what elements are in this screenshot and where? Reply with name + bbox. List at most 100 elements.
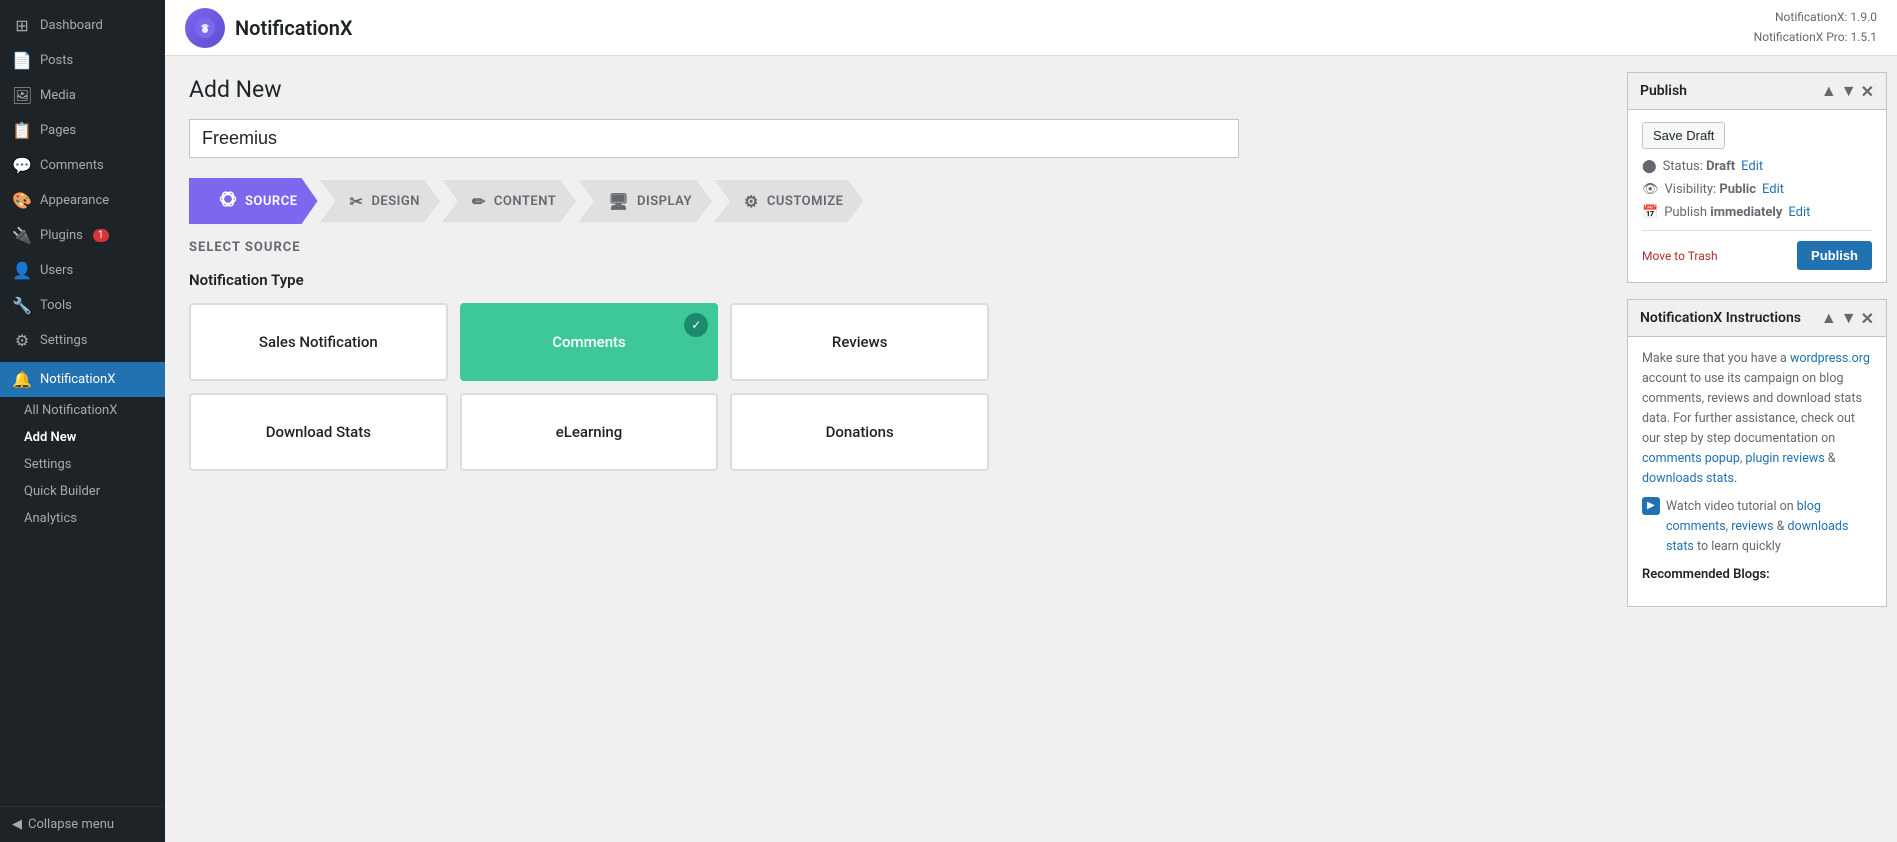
title-input[interactable] [189,119,1239,158]
status-edit-link[interactable]: Edit [1741,159,1763,174]
plugins-icon: 🔌 [12,226,32,245]
video-icon: ▶ [1642,497,1660,515]
publish-actions: Move to Trash Publish [1642,230,1872,270]
brand-name: NotificationX [235,16,353,40]
status-row: ⬤ Status: Draft Edit [1642,159,1872,174]
step-content[interactable]: ✏ CONTENT [442,180,576,223]
instructions-widget: NotificationX Instructions ▲ ▼ ✕ Make su… [1627,299,1887,607]
publish-time-label: Publish immediately [1664,205,1782,220]
appearance-icon: 🎨 [12,191,32,210]
sidebar-item-dashboard[interactable]: ⊞ Dashboard [0,8,165,43]
collapse-icon: ◀ [12,817,22,832]
posts-icon: 📄 [12,51,32,70]
card-download-stats[interactable]: Download Stats [189,393,448,471]
calendar-icon: 📅 [1642,205,1658,220]
settings-icon: ⚙ [12,331,32,350]
step-customize[interactable]: ⚙ CUSTOMIZE [714,180,863,223]
sidebar-item-appearance[interactable]: 🎨 Appearance [0,183,165,218]
visibility-icon: 👁 [1642,182,1659,197]
instr-close-widget-icon[interactable]: ✕ [1861,309,1874,328]
source-step-icon [219,190,237,212]
wordpress-org-link[interactable]: wordpress.org [1790,351,1870,366]
select-source-section: SELECT SOURCE Notification Type Sales No… [189,240,1593,471]
card-sales-notification[interactable]: Sales Notification [189,303,448,381]
step-source[interactable]: SOURCE [189,178,318,224]
publish-button[interactable]: Publish [1797,241,1872,270]
publish-widget-body: Save Draft ⬤ Status: Draft Edit 👁 Visibi… [1628,110,1886,282]
brand: NotificationX [185,8,353,48]
publish-widget: Publish ▲ ▼ ✕ Save Draft ⬤ Status: Draft… [1627,72,1887,283]
status-label: Status: Draft [1663,159,1736,174]
dashboard-icon: ⊞ [12,16,32,35]
comments-popup-link[interactable]: comments popup [1642,451,1740,466]
publish-widget-header: Publish ▲ ▼ ✕ [1628,73,1886,110]
comments-icon: 💬 [12,156,32,175]
instructions-widget-body: Make sure that you have a wordpress.org … [1628,337,1886,606]
recommended-blogs-label: Recommended Blogs: [1642,565,1872,586]
reviews-link[interactable]: reviews [1731,519,1773,534]
status-icon: ⬤ [1642,159,1657,174]
design-step-icon: ✂ [350,192,364,211]
sidebar-item-plugins[interactable]: 🔌 Plugins 1 [0,218,165,253]
step-display[interactable]: 🖥 DISPLAY [578,180,712,223]
step-nav: SOURCE ✂ DESIGN ✏ CONTENT 🖥 DISPLAY ⚙ CU… [189,178,1239,224]
sidebar-item-settings[interactable]: ⚙ Settings [0,323,165,358]
sidebar-item-users[interactable]: 👤 Users [0,253,165,288]
card-comments[interactable]: ✓ Comments [460,303,719,381]
media-icon: 🖼 [12,86,32,105]
sidebar-subitem-analytics[interactable]: Analytics [0,505,165,532]
visibility-label: Visibility: Public [1665,182,1757,197]
topbar: NotificationX NotificationX: 1.9.0 Notif… [165,0,1897,56]
brand-logo [185,8,225,48]
collapse-up-icon[interactable]: ▲ [1821,81,1837,101]
display-step-icon: 🖥 [608,192,629,211]
plugins-badge: 1 [93,229,109,242]
step-design[interactable]: ✂ DESIGN [320,180,440,223]
sidebar-subitem-all[interactable]: All NotificationX [0,397,165,424]
card-elearning[interactable]: eLearning [460,393,719,471]
downloads-stats-link[interactable]: downloads stats [1642,471,1734,486]
right-sidebar: Publish ▲ ▼ ✕ Save Draft ⬤ Status: Draft… [1617,56,1897,842]
video-tutorial-row: ▶ Watch video tutorial on blog comments,… [1642,497,1872,557]
collapse-down-icon[interactable]: ▼ [1841,81,1857,101]
instructions-text-1: Make sure that you have a wordpress.org … [1642,349,1872,489]
publish-time-edit-link[interactable]: Edit [1788,205,1810,220]
main-panel: Add New SOURCE ✂ DESIGN [165,56,1617,842]
tools-icon: 🔧 [12,296,32,315]
close-widget-icon[interactable]: ✕ [1861,82,1874,101]
move-to-trash-link[interactable]: Move to Trash [1642,249,1718,263]
save-draft-button[interactable]: Save Draft [1642,122,1725,149]
content-area: Add New SOURCE ✂ DESIGN [165,56,1897,842]
main-area: NotificationX NotificationX: 1.9.0 Notif… [165,0,1897,842]
plugin-reviews-link[interactable]: plugin reviews [1745,451,1824,466]
sidebar-item-tools[interactable]: 🔧 Tools [0,288,165,323]
publish-time-row: 📅 Publish immediately Edit [1642,205,1872,220]
content-step-icon: ✏ [472,192,486,211]
notificationx-icon: 🔔 [12,370,32,389]
collapse-menu-button[interactable]: ◀ Collapse menu [0,806,165,842]
instr-collapse-up-icon[interactable]: ▲ [1821,308,1837,328]
visibility-row: 👁 Visibility: Public Edit [1642,182,1872,197]
notification-type-grid: Sales Notification ✓ Comments Reviews Do… [189,303,989,471]
card-reviews[interactable]: Reviews [730,303,989,381]
users-icon: 👤 [12,261,32,280]
notification-type-label: Notification Type [189,271,1593,289]
visibility-edit-link[interactable]: Edit [1762,182,1784,197]
sidebar: ⊞ Dashboard 📄 Posts 🖼 Media 📋 Pages 💬 Co… [0,0,165,842]
sidebar-subitem-settings[interactable]: Settings [0,451,165,478]
sidebar-item-comments[interactable]: 💬 Comments [0,148,165,183]
customize-step-icon: ⚙ [744,192,759,211]
sidebar-item-media[interactable]: 🖼 Media [0,78,165,113]
sidebar-item-notificationx[interactable]: 🔔 NotificationX [0,362,165,397]
card-donations[interactable]: Donations [730,393,989,471]
sidebar-item-pages[interactable]: 📋 Pages [0,113,165,148]
video-tutorial-text: Watch video tutorial on blog comments, r… [1666,497,1872,557]
sidebar-subitem-add-new[interactable]: Add New [0,424,165,451]
sidebar-subitem-quick-builder[interactable]: Quick Builder [0,478,165,505]
instructions-widget-header: NotificationX Instructions ▲ ▼ ✕ [1628,300,1886,337]
instr-collapse-down-icon[interactable]: ▼ [1841,308,1857,328]
selected-check-badge: ✓ [684,313,708,337]
pages-icon: 📋 [12,121,32,140]
sidebar-item-posts[interactable]: 📄 Posts [0,43,165,78]
page-title: Add New [189,76,1593,103]
